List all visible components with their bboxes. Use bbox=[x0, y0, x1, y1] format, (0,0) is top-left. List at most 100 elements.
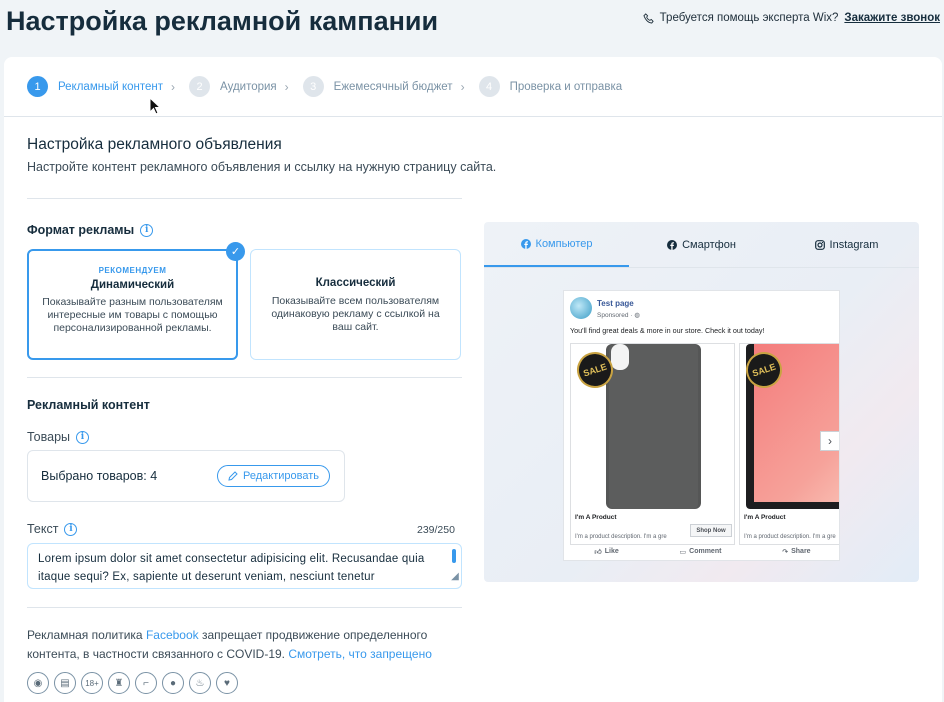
chevron-right-icon: › bbox=[460, 79, 465, 94]
step-label: Проверка и отправка bbox=[509, 80, 623, 93]
fb-message: You'll find great deals & more in our st… bbox=[570, 326, 765, 335]
product-description: I'm a product description. I'm a gre bbox=[575, 534, 667, 540]
facebook-policy-notice: Рекламная политика Facebook запрещает пр… bbox=[27, 626, 457, 664]
phone-icon bbox=[643, 12, 654, 24]
checkmark-icon: ✓ bbox=[226, 242, 245, 261]
products-label: Товары bbox=[27, 430, 70, 444]
step-audience[interactable]: 2 Аудитория › bbox=[189, 76, 303, 97]
comment-label: Comment bbox=[689, 548, 722, 555]
shop-now-button[interactable]: Shop Now bbox=[690, 524, 732, 537]
format-card-dynamic[interactable]: ✓ РЕКОМЕНДУЕМ Динамический Показывайте р… bbox=[27, 242, 245, 360]
product-title: I'm A Product bbox=[744, 514, 786, 521]
product-description: I'm a product description. I'm a gre bbox=[744, 534, 836, 540]
thumbs-up-icon: 👍︎ bbox=[594, 549, 602, 556]
info-icon[interactable]: i bbox=[140, 223, 154, 237]
textarea-scrollbar[interactable] bbox=[452, 549, 456, 563]
18plus-icon: 18+ bbox=[81, 672, 103, 694]
format-card-classic[interactable]: Классический Показывайте всем пользовате… bbox=[250, 249, 461, 360]
comment-action[interactable]: ▭ Comment bbox=[680, 547, 722, 556]
pill-bottle-icon: ▤ bbox=[54, 672, 76, 694]
divider bbox=[27, 198, 462, 199]
like-label: Like bbox=[604, 548, 619, 555]
mask-icon: ◉ bbox=[27, 672, 49, 694]
carousel-next-arrow-icon[interactable]: › bbox=[820, 431, 839, 451]
format-description: Показывайте разным пользователям интерес… bbox=[42, 296, 223, 334]
tab-desktop[interactable]: Компьютер bbox=[484, 222, 629, 267]
info-icon[interactable]: i bbox=[64, 522, 78, 536]
share-icon: ↷ bbox=[782, 548, 789, 556]
section-subtitle: Настройте контент рекламного объявления … bbox=[27, 160, 497, 174]
smoking-icon: ♨ bbox=[189, 672, 211, 694]
help-text: Требуется помощь эксперта Wix? bbox=[659, 12, 839, 24]
help-bar: Требуется помощь эксперта Wix? Закажите … bbox=[643, 12, 940, 24]
format-name: Динамический bbox=[90, 279, 175, 291]
facebook-icon bbox=[667, 239, 678, 250]
chevron-right-icon: › bbox=[284, 79, 289, 94]
comment-icon: ▭ bbox=[679, 548, 687, 556]
tab-label: Компьютер bbox=[535, 237, 593, 250]
preview-tabs: Компьютер Смартфон Instagram bbox=[484, 222, 919, 268]
stepper: 1 Рекламный контент › 2 Аудитория › 3 Еж… bbox=[4, 57, 942, 117]
step-label: Аудитория bbox=[220, 80, 277, 93]
bottle-icon: ♜ bbox=[108, 672, 130, 694]
text-label-row: Текст i bbox=[27, 522, 78, 536]
share-action[interactable]: ↷ Share bbox=[782, 547, 810, 556]
step-label: Рекламный контент bbox=[58, 80, 164, 93]
edit-button-label: Редактировать bbox=[243, 470, 319, 482]
gun-icon: ⌐ bbox=[135, 672, 157, 694]
recommended-tag: РЕКОМЕНДУЕМ bbox=[98, 266, 167, 275]
fb-sponsored: Sponsored · ◍ bbox=[597, 311, 640, 319]
globe-icon: ◍ bbox=[634, 312, 640, 319]
text-label: Текст bbox=[27, 522, 59, 536]
like-action[interactable]: 👍︎ Like bbox=[594, 547, 618, 556]
see-prohibited-link[interactable]: Смотреть, что запрещено bbox=[288, 647, 432, 661]
mouse-cursor-icon bbox=[149, 97, 161, 115]
fb-page-name: Test page bbox=[597, 299, 634, 308]
edit-products-button[interactable]: Редактировать bbox=[217, 465, 330, 487]
ad-content-heading: Рекламный контент bbox=[27, 398, 150, 412]
facebook-icon bbox=[520, 238, 531, 249]
pencil-icon bbox=[228, 471, 238, 481]
step-number: 2 bbox=[189, 76, 211, 97]
share-label: Share bbox=[791, 548, 811, 555]
step-review[interactable]: 4 Проверка и отправка bbox=[478, 76, 623, 97]
carousel-item: SALE I'm A Product I'm a product descrip… bbox=[570, 343, 735, 545]
info-icon[interactable]: i bbox=[76, 430, 89, 444]
request-call-link[interactable]: Закажите звонок bbox=[844, 12, 940, 24]
ad-text-textarea[interactable]: Lorem ipsum dolor sit amet consectetur a… bbox=[27, 543, 462, 589]
chevron-right-icon: › bbox=[171, 79, 176, 94]
character-counter: 239/250 bbox=[417, 524, 455, 536]
products-label-row: Товары i bbox=[27, 430, 89, 444]
divider bbox=[27, 377, 462, 378]
heart-icon: ♥ bbox=[216, 672, 238, 694]
fb-actions-bar: 👍︎ Like ▭ Comment ↷ Share bbox=[564, 547, 839, 556]
sponsored-label: Sponsored · bbox=[597, 312, 635, 319]
section-title: Настройка рекламного объявления bbox=[27, 136, 282, 153]
tab-smartphone[interactable]: Смартфон bbox=[629, 222, 774, 267]
products-selected-count: Выбрано товаров: 4 bbox=[41, 469, 158, 483]
main-panel: 1 Рекламный контент › 2 Аудитория › 3 Еж… bbox=[4, 57, 942, 702]
resize-handle-icon[interactable]: ◢ bbox=[451, 568, 459, 586]
tab-instagram[interactable]: Instagram bbox=[774, 222, 919, 267]
ad-text-value: Lorem ipsum dolor sit amet consectetur a… bbox=[38, 553, 425, 583]
tab-label: Instagram bbox=[829, 238, 879, 251]
prohibited-icons-row: ◉ ▤ 18+ ♜ ⌐ ● ♨ ♥ bbox=[27, 672, 238, 694]
instagram-icon bbox=[814, 239, 825, 250]
bomb-icon: ● bbox=[162, 672, 184, 694]
step-budget[interactable]: 3 Ежемесячный бюджет › bbox=[302, 76, 479, 97]
format-name: Классический bbox=[315, 277, 396, 289]
product-title: I'm A Product bbox=[575, 514, 617, 521]
step-number: 4 bbox=[478, 76, 500, 97]
step-number: 1 bbox=[27, 76, 48, 97]
policy-text-before: Рекламная политика bbox=[27, 628, 146, 642]
step-ad-content[interactable]: 1 Рекламный контент › bbox=[27, 76, 189, 97]
products-box: Выбрано товаров: 4 Редактировать bbox=[27, 450, 345, 502]
divider bbox=[27, 607, 462, 608]
ad-preview-panel: Компьютер Смартфон Instagram Test page S… bbox=[484, 222, 919, 582]
facebook-ad-card: Test page Sponsored · ◍ You'll find grea… bbox=[563, 290, 840, 561]
format-description: Показывайте всем пользователям одинакову… bbox=[271, 295, 440, 333]
page-avatar bbox=[570, 297, 592, 319]
step-label: Ежемесячный бюджет bbox=[333, 80, 453, 93]
ad-format-label: Формат рекламы bbox=[27, 223, 135, 237]
page-title: Настройка рекламной кампании bbox=[6, 6, 439, 36]
